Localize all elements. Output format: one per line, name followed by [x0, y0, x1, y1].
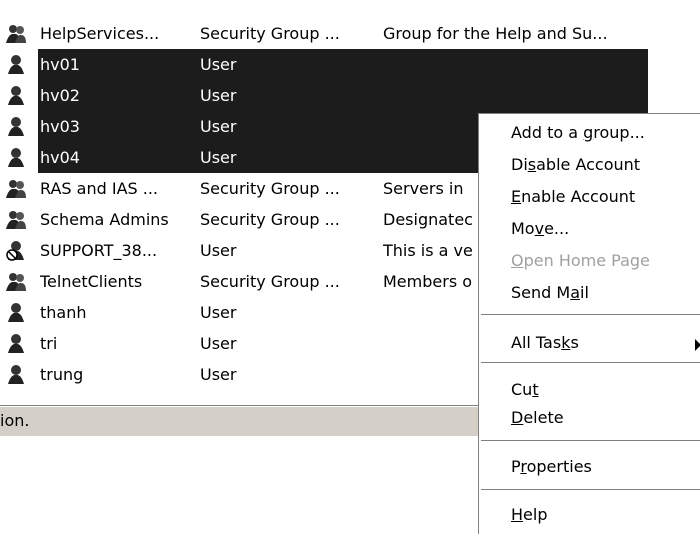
row-name: Schema Admins — [40, 210, 169, 229]
selection-highlight — [38, 80, 648, 111]
user-icon — [8, 55, 24, 74]
menu-item-properties[interactable]: Properties — [511, 453, 592, 481]
row-name: hv03 — [40, 117, 80, 136]
menu-item-add-to-group[interactable]: Add to a group... — [511, 119, 645, 147]
user-icon — [8, 86, 24, 105]
row-name: TelnetClients — [40, 272, 143, 291]
row-type: User — [200, 55, 237, 74]
user-icon — [8, 334, 24, 353]
menu-item-cut[interactable]: Cut — [511, 376, 539, 404]
group-icon — [6, 273, 26, 291]
row-name: hv04 — [40, 148, 80, 167]
row-type: User — [200, 303, 237, 322]
selection-highlight — [38, 49, 648, 80]
menu-separator — [481, 362, 700, 364]
row-type: User — [200, 365, 237, 384]
user-icon — [8, 148, 24, 167]
row-description: Group for the Help and Su... — [383, 24, 608, 43]
row-type: User — [200, 86, 237, 105]
context-menu: Add to a group... Disable Account Enable… — [478, 113, 700, 534]
row-type: User — [200, 241, 237, 260]
row-type: User — [200, 334, 237, 353]
row-type: Security Group ... — [200, 272, 340, 291]
row-type: User — [200, 148, 237, 167]
menu-separator — [481, 314, 700, 316]
row-name: tri — [40, 334, 58, 353]
row-name: thanh — [40, 303, 87, 322]
row-name: SUPPORT_38... — [40, 241, 158, 260]
menu-item-all-tasks[interactable]: All Tasks — [511, 329, 579, 357]
group-icon — [6, 211, 26, 229]
row-name: hv02 — [40, 86, 80, 105]
row-type: Security Group ... — [200, 210, 340, 229]
menu-separator — [481, 489, 700, 491]
user-icon — [8, 117, 24, 136]
menu-item-move[interactable]: Move... — [511, 215, 569, 243]
user-icon — [8, 365, 24, 384]
menu-separator — [481, 440, 700, 442]
row-type: User — [200, 117, 237, 136]
row-type: Security Group ... — [200, 179, 340, 198]
group-icon — [6, 25, 26, 43]
menu-item-help[interactable]: Help — [511, 501, 547, 529]
status-text: ion. — [0, 411, 30, 430]
row-name: hv01 — [40, 55, 80, 74]
menu-item-disable-account[interactable]: Disable Account — [511, 151, 640, 179]
row-type: Security Group ... — [200, 24, 340, 43]
user-disabled-icon — [6, 241, 24, 261]
submenu-arrow-icon — [695, 339, 700, 351]
menu-item-open-home-page: Open Home Page — [511, 251, 650, 270]
menu-item-delete[interactable]: Delete — [511, 404, 564, 432]
menu-item-enable-account[interactable]: Enable Account — [511, 183, 635, 211]
menu-item-send-mail[interactable]: Send Mail — [511, 279, 589, 307]
user-icon — [8, 303, 24, 322]
group-icon — [6, 180, 26, 198]
row-name: trung — [40, 365, 84, 384]
row-name: RAS and IAS ... — [40, 179, 159, 198]
row-name: HelpServices... — [40, 24, 160, 43]
